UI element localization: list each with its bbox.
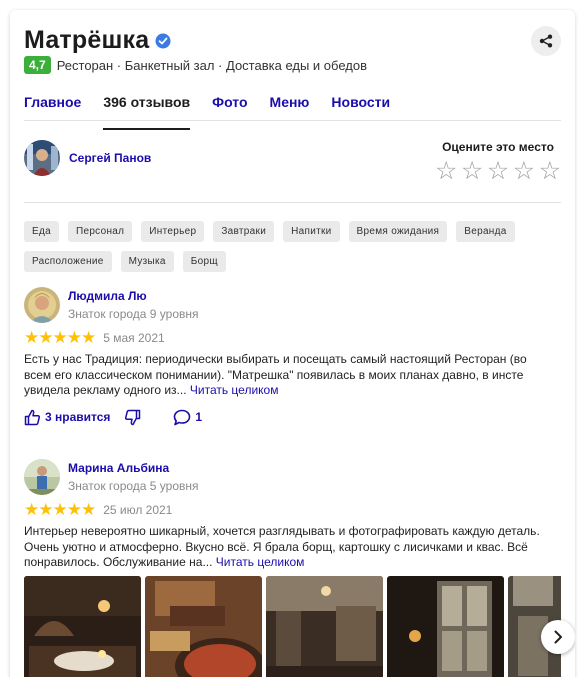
review-item: Людмила Лю Знаток города 9 уровня ★★★★★ … (24, 287, 549, 426)
chip-music[interactable]: Музыка (120, 251, 174, 272)
meta-row: 4,7 Ресторан · Банкетный зал · Доставка … (24, 56, 367, 74)
rate-stars: ☆ ☆ ☆ ☆ ☆ (435, 159, 561, 184)
chip-wait-time[interactable]: Время ожидания (348, 221, 448, 242)
chip-breakfast[interactable]: Завтраки (213, 221, 275, 242)
thumbs-up-icon (24, 409, 41, 425)
review-text: Есть у нас Традиция: периодически выбира… (24, 352, 549, 399)
verified-icon (155, 33, 171, 48)
dislike-button[interactable] (124, 409, 145, 426)
rate-star-3[interactable]: ☆ (487, 159, 509, 184)
tab-main[interactable]: Главное (24, 94, 81, 121)
tab-photos[interactable]: Фото (212, 94, 247, 121)
review-photo[interactable] (266, 576, 383, 677)
next-photos-button[interactable] (541, 620, 575, 654)
rate-star-1[interactable]: ☆ (435, 159, 457, 184)
review-text: Интерьер невероятно шикарный, хочется ра… (24, 524, 549, 571)
avatar[interactable] (24, 140, 60, 176)
review-date: 25 июл 2021 (103, 503, 173, 517)
reviewer-level: Знаток города 5 уровня (68, 479, 199, 493)
page-title: Матрёшка (24, 26, 150, 54)
review-stars: ★★★★★ (24, 500, 96, 519)
user-name[interactable]: Сергей Панов (69, 151, 151, 165)
categories: Ресторан · Банкетный зал · Доставка еды … (56, 57, 367, 73)
reviewer-name[interactable]: Марина Альбина (68, 461, 199, 475)
title-row: Матрёшка (24, 26, 171, 55)
review-header: Марина Альбина Знаток города 5 уровня (24, 459, 549, 495)
chip-location[interactable]: Расположение (24, 251, 112, 272)
rate-place: Оцените это место ☆ ☆ ☆ ☆ ☆ (435, 140, 561, 184)
thumbs-down-icon (125, 409, 141, 425)
review-filter-chips: Еда Персонал Интерьер Завтраки Напитки В… (24, 221, 544, 272)
review-photo[interactable] (387, 576, 504, 677)
tabs: Главное 396 отзывов Фото Меню Новости (24, 94, 412, 130)
share-button[interactable] (531, 26, 561, 56)
review-photo[interactable] (145, 576, 262, 677)
read-more-link[interactable]: Читать целиком (190, 383, 279, 397)
chip-borscht[interactable]: Борщ (182, 251, 226, 272)
review-item: Марина Альбина Знаток города 5 уровня ★★… (24, 459, 549, 571)
review-photos (24, 576, 561, 677)
chip-staff[interactable]: Персонал (67, 221, 133, 242)
comment-icon (174, 409, 191, 425)
rating-badge: 4,7 (24, 56, 51, 74)
chip-drinks[interactable]: Напитки (283, 221, 340, 242)
tab-menu[interactable]: Меню (270, 94, 310, 121)
tab-news[interactable]: Новости (331, 94, 390, 121)
chip-food[interactable]: Еда (24, 221, 59, 242)
avatar[interactable] (24, 459, 60, 495)
rate-star-2[interactable]: ☆ (461, 159, 483, 184)
review-stars: ★★★★★ (24, 328, 96, 347)
review-photo[interactable] (24, 576, 141, 677)
rate-label: Оцените это место (442, 140, 554, 154)
chip-veranda[interactable]: Веранда (456, 221, 515, 242)
rate-star-5[interactable]: ☆ (539, 159, 561, 184)
divider (24, 202, 561, 203)
current-user: Сергей Панов (24, 140, 151, 176)
share-icon (539, 34, 553, 48)
like-button[interactable]: 3 нравится (24, 409, 110, 426)
avatar[interactable] (24, 287, 60, 323)
chip-interior[interactable]: Интерьер (141, 221, 205, 242)
comments-button[interactable]: 1 (173, 409, 202, 426)
divider (24, 120, 561, 121)
reviewer-level: Знаток города 9 уровня (68, 307, 199, 321)
reviewer-name[interactable]: Людмила Лю (68, 289, 199, 303)
place-card: Матрёшка 4,7 Ресторан · Банкетный зал · … (10, 10, 575, 677)
read-more-link[interactable]: Читать целиком (216, 555, 305, 569)
chevron-right-icon (554, 630, 562, 644)
review-header: Людмила Лю Знаток города 9 уровня (24, 287, 549, 323)
likes-count: 3 нравится (45, 410, 111, 424)
tab-reviews[interactable]: 396 отзывов (103, 94, 190, 130)
review-actions: 3 нравится 1 (24, 409, 549, 426)
comments-count: 1 (195, 410, 203, 424)
rate-star-4[interactable]: ☆ (513, 159, 535, 184)
review-date: 5 мая 2021 (103, 331, 165, 345)
